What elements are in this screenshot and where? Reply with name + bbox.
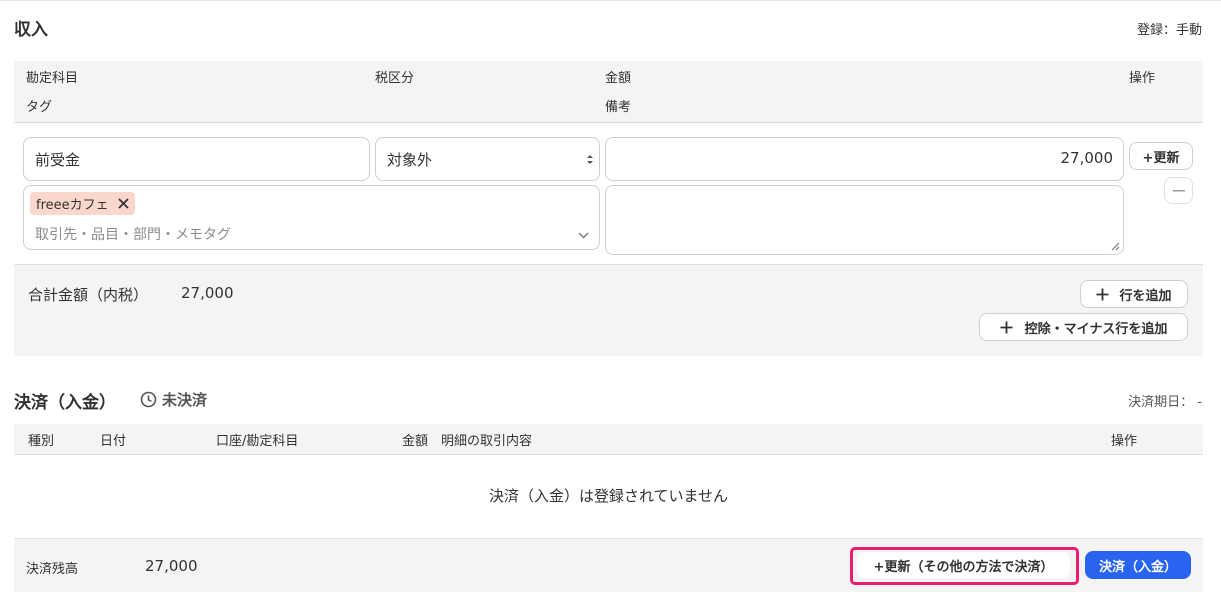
header-type: 種別 (28, 434, 55, 449)
header-account: 勘定科目 (26, 71, 79, 86)
header-amount: 金額 (402, 434, 429, 449)
clock-icon (140, 391, 157, 408)
plus-icon (1096, 288, 1109, 300)
minus-icon (1173, 190, 1185, 192)
settle-button[interactable]: 決済（入金） (1085, 551, 1191, 579)
memo-textarea[interactable] (605, 185, 1124, 255)
tag-placeholder: 取引先・品目・部門・メモタグ (35, 227, 231, 243)
settlement-status: 未決済 (140, 389, 207, 410)
tax-value: 対象外 (387, 151, 433, 169)
other-method-settle-button[interactable]: +更新（その他の方法で決済） (857, 552, 1070, 578)
chevron-down-icon[interactable] (578, 232, 589, 239)
close-icon[interactable] (118, 198, 129, 209)
top-divider (0, 0, 1221, 1)
header-actions: 操作 (1111, 434, 1138, 449)
select-arrows-icon (587, 155, 593, 164)
header-account: 口座/勘定科目 (216, 434, 299, 449)
income-title: 収入 (14, 20, 48, 40)
settlement-table-header: 種別 日付 口座/勘定科目 金額 明細の取引内容 操作 (14, 424, 1203, 454)
amount-value: 27,000 (1060, 149, 1114, 167)
settlement-title: 決済（入金） (14, 393, 116, 413)
add-deduction-row-button[interactable]: 控除・マイナス行を追加 (979, 313, 1188, 341)
account-field[interactable]: 前受金 (23, 137, 370, 181)
header-date: 日付 (100, 434, 127, 449)
add-row-label: 行を追加 (1119, 288, 1172, 304)
header-actions: 操作 (1129, 71, 1156, 86)
amount-field[interactable]: 27,000 (605, 137, 1124, 181)
account-value: 前受金 (35, 151, 81, 169)
tag-chip: freeeカフェ (30, 192, 135, 215)
header-tax: 税区分 (375, 71, 415, 86)
total-label: 合計金額（内税） (28, 286, 149, 304)
tag-field[interactable]: freeeカフェ 取引先・品目・部門・メモタグ (23, 185, 600, 250)
due-date: 決済期日： - (1128, 395, 1202, 410)
tax-select[interactable]: 対象外 (375, 137, 600, 181)
empty-message: 決済（入金）は登録されていません (488, 487, 729, 505)
update-row-button[interactable]: +更新 (1129, 142, 1193, 170)
header-divider (14, 122, 1203, 123)
header-memo: 備考 (605, 100, 632, 115)
resize-handle-icon[interactable] (1111, 242, 1120, 251)
settlement-status-label: 未決済 (162, 391, 208, 409)
plus-icon (1000, 321, 1013, 333)
header-detail: 明細の取引内容 (441, 434, 533, 449)
settlement-header-divider (14, 454, 1203, 455)
remove-row-button[interactable] (1164, 177, 1193, 204)
income-table-header: 勘定科目 税区分 金額 操作 タグ 備考 (14, 61, 1203, 122)
balance-value: 27,000 (145, 557, 198, 575)
add-deduction-label: 控除・マイナス行を追加 (1024, 321, 1168, 337)
total-value: 27,000 (181, 284, 234, 302)
tag-chip-label: freeeカフェ (36, 198, 109, 213)
header-amount: 金額 (605, 71, 632, 86)
registration-mode: 登録：手動 (1136, 23, 1202, 38)
header-tag: タグ (26, 100, 53, 115)
balance-label: 決済残高 (26, 562, 79, 577)
add-row-button[interactable]: 行を追加 (1080, 280, 1188, 308)
total-band: 合計金額（内税） 27,000 (14, 264, 1203, 356)
